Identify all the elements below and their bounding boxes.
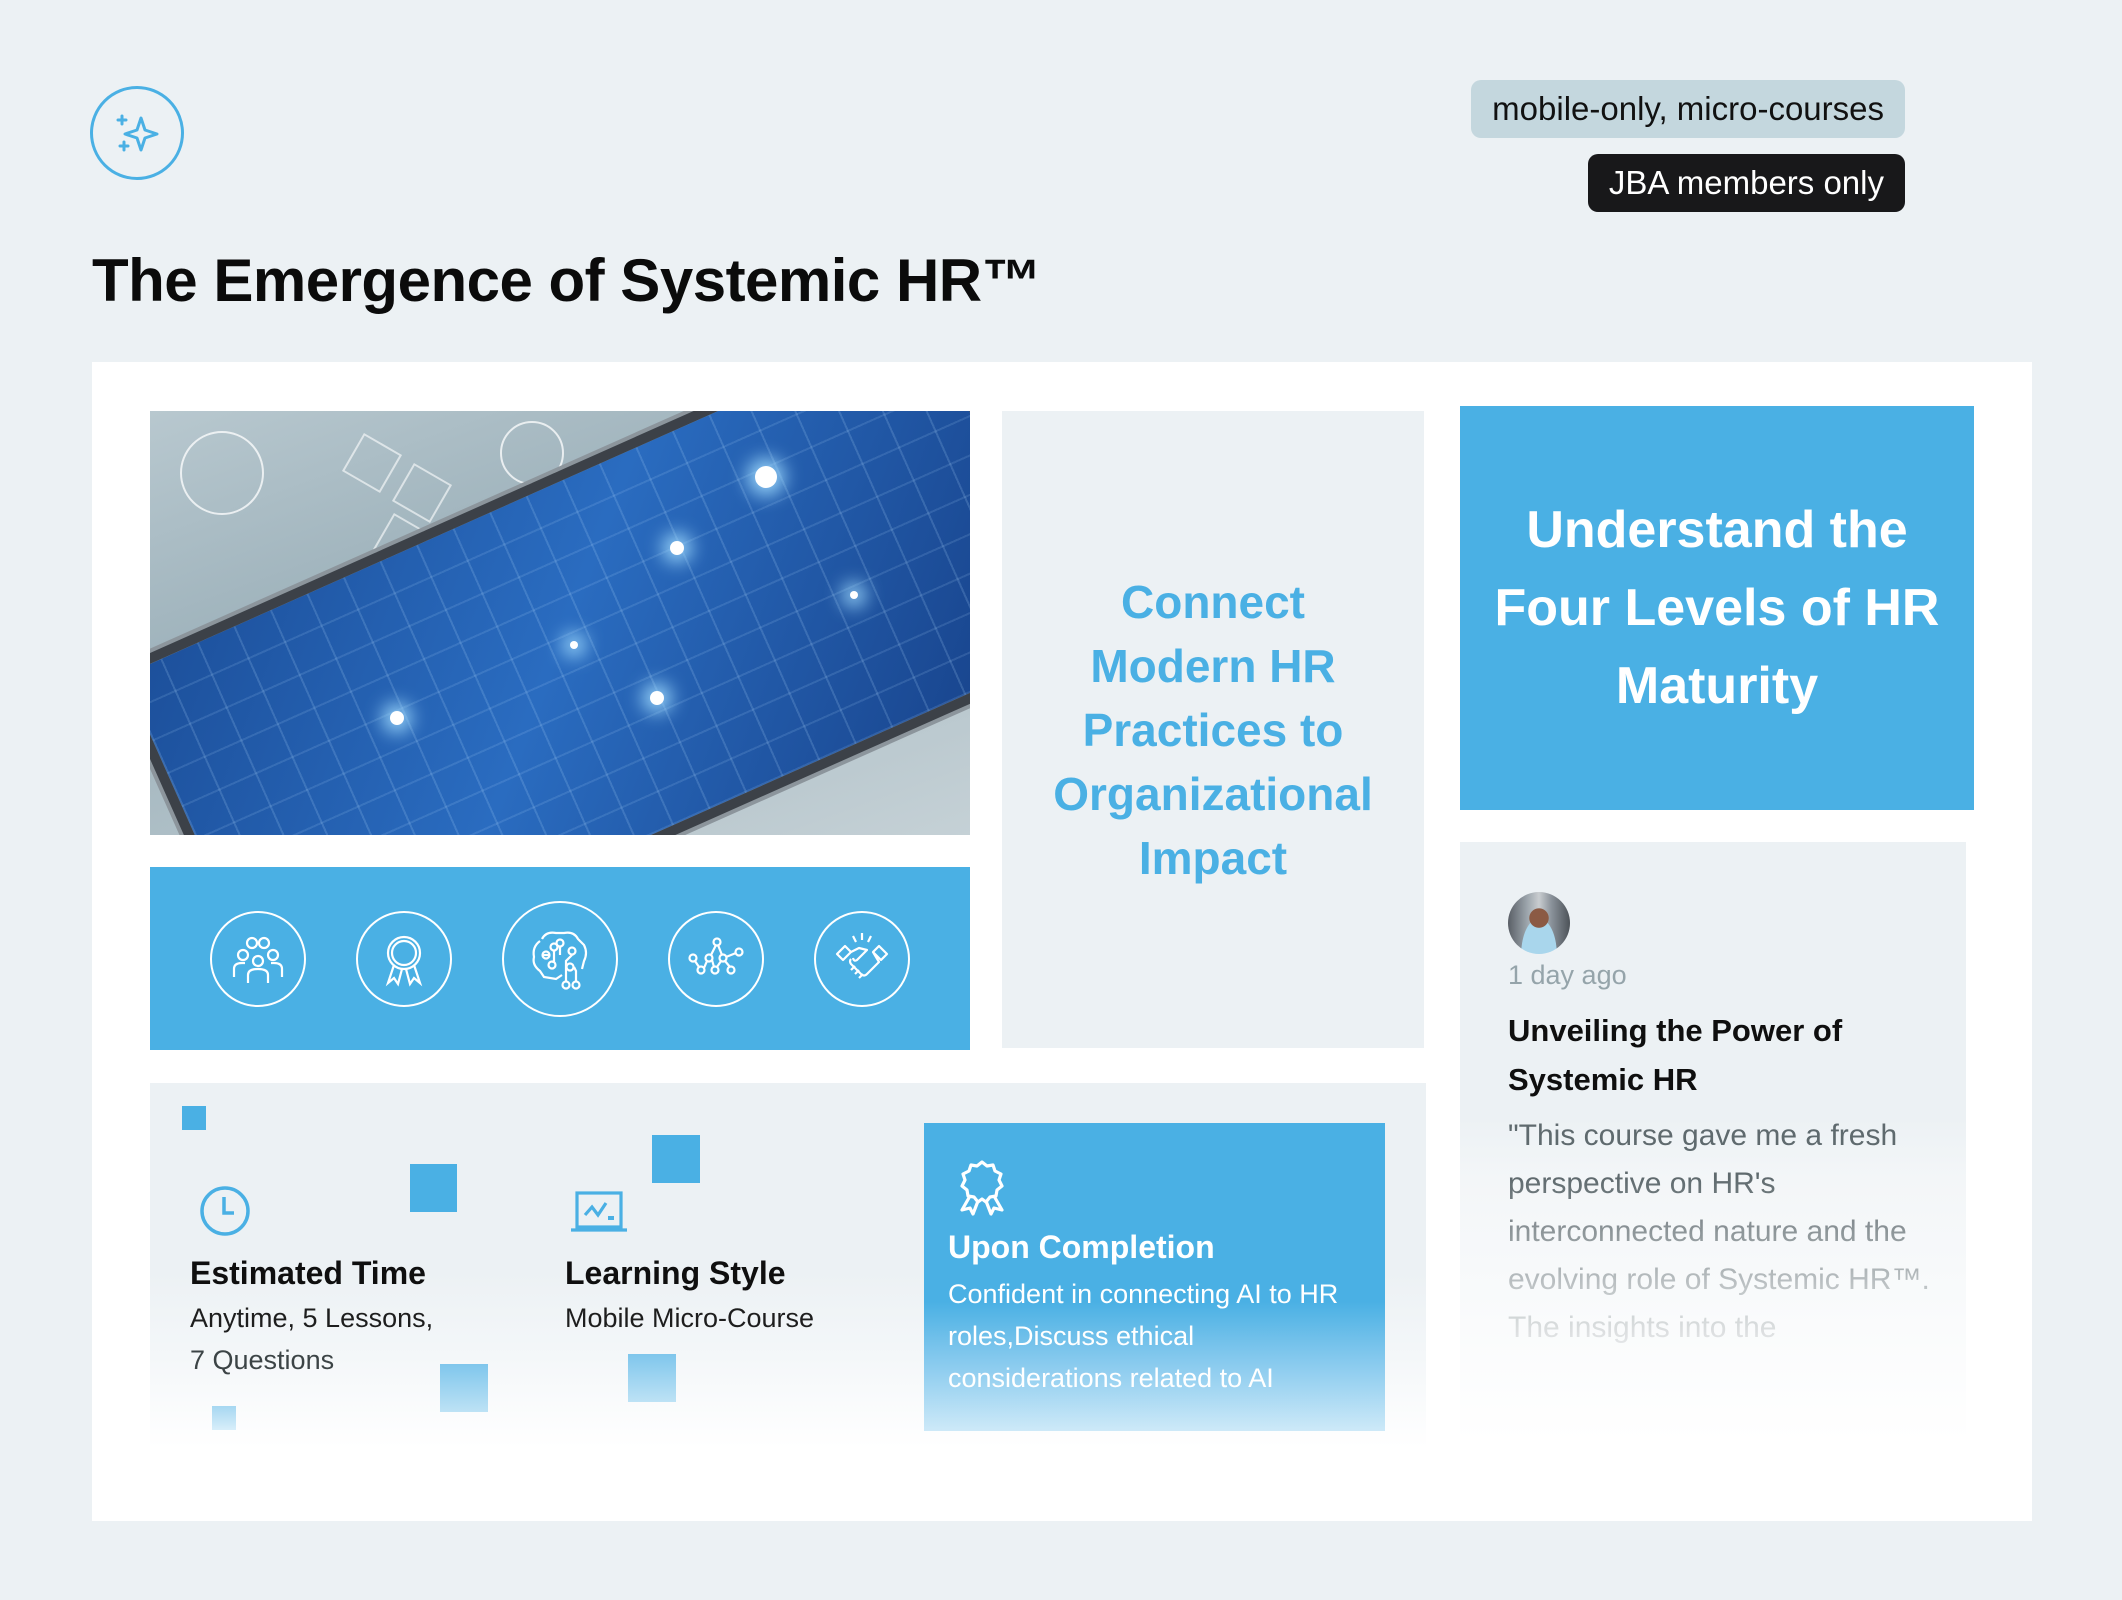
testimonial-heading: Unveiling the Power of Systemic HR bbox=[1508, 1013, 1843, 1097]
decor-square bbox=[440, 1364, 488, 1412]
members-only-badge: JBA members only bbox=[1587, 154, 1905, 212]
sparkles-icon bbox=[116, 114, 159, 152]
decor-square bbox=[628, 1354, 676, 1402]
page-title: The Emergence of Systemic HR™ bbox=[92, 247, 1042, 314]
award-ribbon-icon bbox=[356, 910, 452, 1007]
learning-style-label: Learning Style bbox=[565, 1255, 786, 1291]
completion-box: Upon Completion Confident in connecting … bbox=[924, 1123, 1385, 1431]
category-tag: mobile-only, micro-courses bbox=[1471, 80, 1905, 138]
estimated-time-value-line1: Anytime, 5 Lessons, bbox=[190, 1303, 434, 1333]
learning-style-value: Mobile Micro-Course bbox=[565, 1303, 815, 1333]
clock-icon bbox=[200, 1186, 250, 1236]
decor-square bbox=[212, 1406, 236, 1430]
award-ribbon-icon bbox=[960, 1160, 1004, 1216]
completion-value: Confident in connecting AI to HR roles,D… bbox=[948, 1279, 1339, 1393]
testimonial-timestamp: 1 day ago bbox=[1508, 960, 1627, 990]
testimonial-quote: "This course gave me a fresh perspective… bbox=[1508, 1119, 1930, 1344]
objective-highlight-box: Understand the Four Levels of HR Maturit… bbox=[1460, 406, 1974, 810]
laptop-chart-icon bbox=[571, 1191, 627, 1232]
testimonial-card[interactable]: 1 day ago Unveiling the Power of Systemi… bbox=[1460, 842, 1966, 1442]
objective-primary-text: Connect Modern HR Practices to Organizat… bbox=[1053, 575, 1373, 884]
hero-image bbox=[150, 411, 970, 835]
avatar bbox=[1508, 892, 1570, 954]
completion-label: Upon Completion bbox=[948, 1229, 1215, 1265]
estimated-time-value-line2: 7 Questions bbox=[190, 1345, 335, 1375]
network-graph-icon bbox=[668, 910, 764, 1007]
decor-square bbox=[410, 1164, 457, 1212]
ai-brain-circuit-icon bbox=[502, 900, 618, 1017]
decor-square bbox=[182, 1106, 206, 1130]
sparkles-logo bbox=[90, 86, 184, 180]
topic-icon-bar bbox=[150, 867, 970, 1050]
team-icon bbox=[210, 910, 306, 1007]
handshake-icon bbox=[814, 910, 910, 1007]
objective-panel: Connect Modern HR Practices to Organizat… bbox=[1002, 411, 1424, 1048]
estimated-time-label: Estimated Time bbox=[190, 1255, 426, 1291]
decor-square bbox=[652, 1135, 700, 1183]
estimated-time-value: Anytime, 5 Lessons, 7 Questions bbox=[190, 1297, 433, 1381]
objective-secondary-text: Understand the Four Levels of HR Maturit… bbox=[1494, 501, 1940, 715]
